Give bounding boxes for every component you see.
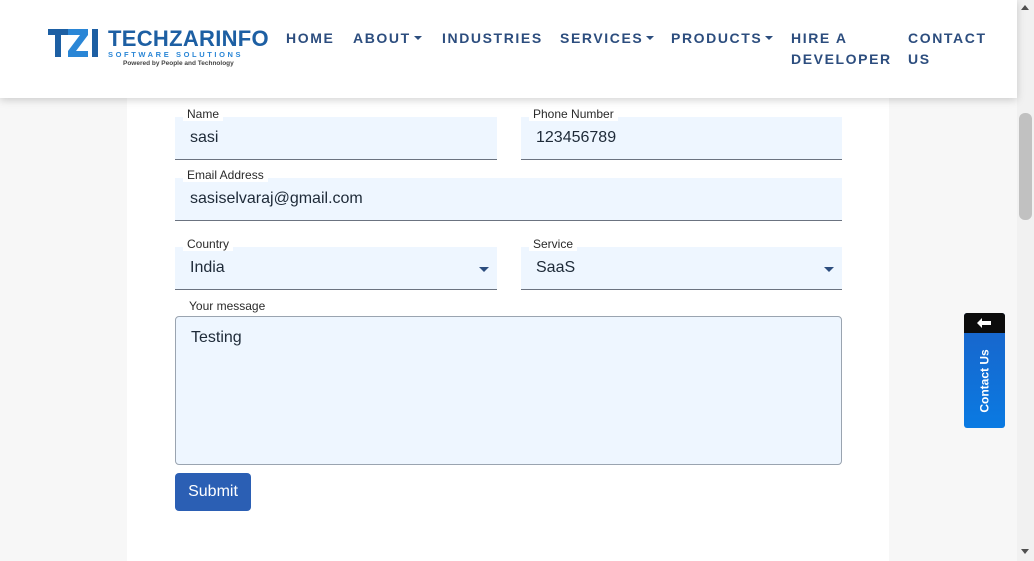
dropdown-arrow-icon — [824, 267, 834, 272]
brand-logo[interactable]: TECHZARINFO SOFTWARE SOLUTIONS Powered b… — [48, 26, 270, 72]
message-field-wrapper: Testing — [175, 316, 842, 465]
service-label: Service — [529, 237, 578, 251]
phone-field-wrapper — [521, 117, 842, 160]
brand-tagline: Powered by People and Technology — [123, 60, 234, 67]
email-field[interactable] — [175, 178, 842, 220]
country-label: Country — [183, 237, 234, 251]
dropdown-arrow-icon — [479, 267, 489, 272]
email-label: Email Address — [183, 168, 268, 182]
tab-text-wrapper: Contact Us — [964, 333, 1005, 428]
brand-name: TECHZARINFO — [108, 26, 269, 51]
service-select-value: SaaS — [536, 259, 576, 276]
nav-home[interactable]: HOME — [286, 28, 334, 49]
contact-us-side-tab[interactable]: Contact Us — [964, 313, 1005, 428]
submit-button[interactable]: Submit — [175, 473, 251, 511]
nav-industries[interactable]: INDUSTRIES — [442, 28, 543, 49]
navbar: TECHZARINFO SOFTWARE SOLUTIONS Powered b… — [0, 0, 1017, 98]
arrow-left-icon — [977, 318, 991, 328]
nav-contact-line2: US — [908, 51, 931, 67]
nav-about[interactable]: ABOUT — [353, 28, 422, 49]
name-field-wrapper — [175, 117, 497, 160]
nav-about-label: ABOUT — [353, 30, 411, 46]
email-field-wrapper — [175, 178, 842, 221]
nav-hire-line2: DEVELOPER — [791, 51, 892, 67]
service-select[interactable]: SaaS — [521, 247, 842, 290]
nav-contact-line1: CONTACT — [908, 30, 987, 46]
name-label: Name — [183, 107, 224, 121]
nav-services-label: SERVICES — [560, 30, 644, 46]
scrollbar-thumb[interactable] — [1019, 113, 1032, 220]
phone-field[interactable] — [521, 117, 842, 159]
brand-subtitle: SOFTWARE SOLUTIONS — [108, 50, 244, 59]
nav-hire-line1: HIRE A — [791, 30, 848, 46]
contact-us-tab-label: Contact Us — [977, 348, 992, 413]
nav-home-label: HOME — [286, 30, 335, 46]
scroll-up-arrow-icon[interactable] — [1021, 5, 1029, 10]
name-field[interactable] — [175, 117, 497, 159]
country-select[interactable]: India — [175, 247, 497, 290]
country-select-value: India — [190, 259, 225, 276]
phone-label: Phone Number — [529, 107, 618, 121]
chevron-down-icon — [765, 36, 774, 40]
nav-industries-label: INDUSTRIES — [442, 30, 543, 46]
nav-services[interactable]: SERVICES — [560, 28, 655, 49]
chevron-down-icon — [646, 36, 655, 40]
nav-products[interactable]: PRODUCTS — [671, 28, 774, 49]
scroll-down-arrow-icon[interactable] — [1021, 549, 1029, 554]
tzi-logo-icon — [48, 29, 98, 57]
page-scrollbar[interactable] — [1017, 0, 1034, 561]
message-field[interactable]: Testing — [176, 317, 841, 464]
chevron-down-icon — [413, 36, 422, 40]
tab-header — [964, 313, 1005, 333]
message-label: Your message — [185, 299, 270, 313]
nav-contact-us[interactable]: CONTACT US — [908, 28, 987, 70]
nav-products-label: PRODUCTS — [671, 30, 763, 46]
nav-hire-developer[interactable]: HIRE A DEVELOPER — [791, 28, 892, 70]
